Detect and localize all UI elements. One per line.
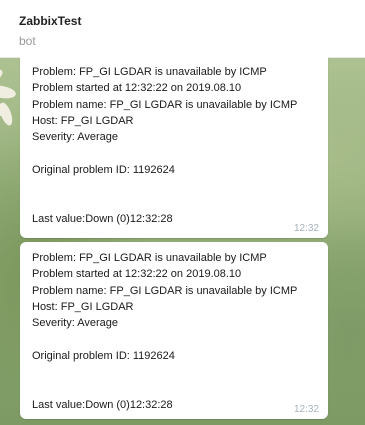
message-line-problem-name: Problem name: FP_GI LGDAR is unavailable…	[32, 98, 298, 111]
message-line-started: Problem started at 12:32:22 on 2019.08.1…	[32, 268, 242, 281]
message-line-original-id: Original problem ID: 1192624	[32, 349, 175, 362]
chat-header[interactable]: ZabbixTest bot	[0, 0, 365, 58]
message-line-started: Problem started at 12:32:22 on 2019.08.1…	[32, 82, 242, 95]
chat-subtitle: bot	[19, 34, 36, 48]
message-line-severity: Severity: Average	[32, 131, 119, 144]
message-timestamp: 12:32	[293, 404, 319, 415]
message-bubble[interactable]: Problem: FP_GI LGDAR is unavailable by I…	[20, 57, 328, 238]
message-line-problem: Problem: FP_GI LGDAR is unavailable by I…	[32, 252, 267, 264]
message-line-last-value: Last value:Down (0)12:32:28	[32, 398, 173, 411]
message-bubble[interactable]: Problem: FP_GI LGDAR is unavailable by I…	[20, 242, 328, 419]
message-timestamp: 12:32	[293, 223, 319, 234]
message-line-problem-name: Problem name: FP_GI LGDAR is unavailable…	[32, 284, 298, 297]
message-text: Problem: FP_GI LGDAR is unavailable by I…	[32, 250, 320, 413]
message-line-host: Host: FP_GI LGDAR	[32, 114, 134, 127]
message-line-severity: Severity: Average	[32, 317, 119, 330]
message-line-original-id: Original problem ID: 1192624	[32, 163, 175, 176]
message-text: Problem: FP_GI LGDAR is unavailable by I…	[32, 64, 320, 227]
message-line-last-value: Last value:Down (0)12:32:28	[32, 212, 173, 225]
message-line-problem: Problem: FP_GI LGDAR is unavailable by I…	[32, 66, 267, 78]
message-line-host: Host: FP_GI LGDAR	[32, 300, 134, 313]
chat-title: ZabbixTest	[19, 14, 82, 28]
